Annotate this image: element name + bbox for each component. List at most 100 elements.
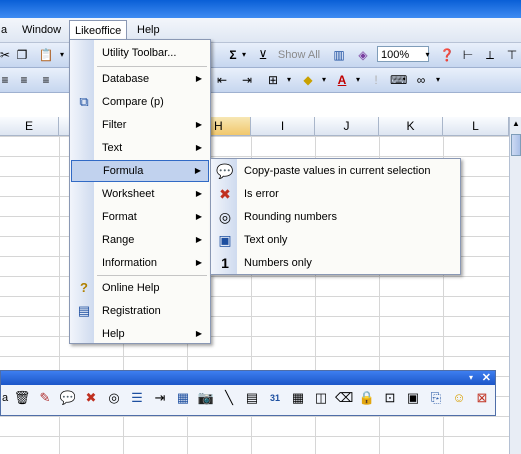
zoom-select[interactable]: 100% [377,46,429,62]
help-icon[interactable]: ❓ [439,47,455,63]
columns-icon[interactable]: ◫ [312,389,330,407]
speech-bubble-icon: 💬 [216,163,234,179]
tool-a-icon[interactable]: ⊢ [460,47,476,63]
fill-color-icon[interactable]: ◆ [300,72,316,88]
align-right-icon[interactable]: ≡ [38,72,54,88]
menu-item-formula[interactable]: Formula ▶ [71,160,209,182]
submenu-item-numbers-only[interactable]: 1 Numbers only [212,252,459,275]
export-icon[interactable]: ⎘ [427,389,445,407]
rows-icon[interactable]: ☰ [128,389,146,407]
column-header[interactable]: E [0,117,59,136]
camera-icon[interactable]: 📷 [197,389,215,407]
menu-data[interactable]: a [0,22,12,38]
delete-icon[interactable]: 🗑 [13,389,31,407]
submenu-item-label: Rounding numbers [244,211,337,223]
scroll-thumb[interactable] [511,134,521,156]
font-color-dropdown-icon[interactable]: ▾ [354,72,362,88]
menu-item-online-help[interactable]: ? Online Help [71,277,209,299]
grid-icon[interactable]: ▦ [289,389,307,407]
menu-item-information[interactable]: Information ▶ [71,252,209,274]
font-color-icon[interactable]: A [334,72,350,88]
copy-icon[interactable]: ❐ [14,47,30,63]
error-icon[interactable]: ✖ [82,389,100,407]
document-icon[interactable]: ▤ [243,389,261,407]
toolbar-options-icon[interactable]: ▾ [434,72,442,88]
tool-b-icon[interactable]: ⟂ [482,47,498,63]
menu-item-help[interactable]: Help ▶ [71,323,209,345]
line-icon[interactable]: ╲ [220,389,238,407]
eyedropper-icon[interactable]: ✎ [36,389,54,407]
column-header[interactable]: I [251,117,315,136]
menu-item-range[interactable]: Range ▶ [71,229,209,251]
text-box-icon: ▣ [218,232,232,248]
align-left-icon[interactable]: ≡ [0,72,10,88]
tool-c-icon[interactable]: ⊤ [504,47,520,63]
autosum-dropdown-icon[interactable]: ▾ [240,47,248,63]
menu-item-label: Online Help [102,282,160,294]
keyboard-icon[interactable]: ⌨ [390,72,407,88]
decrease-indent-icon[interactable]: ⇤ [213,72,231,88]
calendar-icon[interactable]: 31 [266,389,284,407]
paste-icon[interactable]: 📋 [36,47,56,63]
menu-window[interactable]: Window [17,22,66,38]
resize-icon[interactable]: ⊡ [381,389,399,407]
glasses-icon[interactable]: ∞ [413,72,429,88]
submenu-item-rounding-numbers[interactable]: ◎ Rounding numbers [212,206,459,229]
submenu-arrow-icon: ▶ [195,143,202,152]
exclamation-icon[interactable]: ! [368,72,384,88]
submenu-item-label: Copy-paste values in current selection [244,165,431,177]
menu-item-text[interactable]: Text ▶ [71,137,209,159]
borders-dropdown-icon[interactable]: ▾ [285,72,293,88]
eraser-icon[interactable]: ⌫ [335,389,353,407]
drawing-icon[interactable]: ◈ [354,47,372,63]
vertical-scrollbar[interactable]: ▲ [509,117,521,454]
increase-indent-icon[interactable]: ⇥ [238,72,256,88]
menu-item-label: Database [102,73,150,85]
lock-icon[interactable]: 🔒 [358,389,376,407]
close-icon[interactable]: ✕ [482,371,491,385]
chart-icon[interactable]: ▥ [330,47,348,63]
menu-separator [97,66,207,67]
submenu-arrow-icon: ▶ [195,120,202,129]
menu-help[interactable]: Help [132,22,165,38]
circle-icon: ◎ [218,209,232,225]
speech-bubble-icon[interactable]: 💬 [59,389,77,407]
circle-icon[interactable]: ◎ [105,389,123,407]
menu-item-label: Range [102,234,135,246]
menu-item-database[interactable]: Database ▶ [71,68,209,90]
table-icon[interactable]: ▦ [174,389,192,407]
align-center-icon[interactable]: ≡ [16,72,32,88]
column-header[interactable]: J [315,117,379,136]
column-header[interactable]: L [443,117,509,136]
smiley-icon[interactable]: ☺ [450,389,468,407]
submenu-item-copy-paste-values[interactable]: 💬 Copy-paste values in current selection [212,160,459,183]
zoom-dropdown-icon[interactable]: ▾ [423,47,432,63]
paste-dropdown-icon[interactable]: ▾ [58,47,66,63]
menu-item-label: Worksheet [102,188,155,200]
borders-icon[interactable]: ⊞ [265,72,281,88]
menu-item-utility-toolbar[interactable]: Utility Toolbar... [71,42,209,64]
autosum-icon[interactable]: Σ [226,47,240,63]
submenu-arrow-icon: ▶ [194,166,201,175]
filter-icon[interactable]: ⊻ [255,47,271,63]
menu-item-format[interactable]: Format ▶ [71,206,209,228]
cut-icon[interactable]: ✂ [0,47,10,63]
menu-item-registration[interactable]: ▤ Registration [71,300,209,322]
menu-item-worksheet[interactable]: Worksheet ▶ [71,183,209,205]
submenu-item-is-error[interactable]: ✖ Is error [212,183,459,206]
menu-item-filter[interactable]: Filter ▶ [71,114,209,136]
menu-item-compare[interactable]: ⧉ Compare (p) [71,91,209,113]
indent-icon[interactable]: ⇥ [151,389,169,407]
show-all-button[interactable]: Show All [277,47,321,63]
utility-toolbar-title[interactable]: ▾ ✕ [1,371,495,385]
scroll-up-icon[interactable]: ▲ [512,119,520,128]
submenu-item-text-only[interactable]: ▣ Text only [212,229,459,252]
cancel-icon[interactable]: ⊠ [473,389,491,407]
menu-item-label: Filter [102,119,127,131]
toolbar-menu-icon[interactable]: ▾ [469,371,473,385]
menu-item-label: Compare (p) [102,96,164,108]
column-header[interactable]: K [379,117,443,136]
fill-dropdown-icon[interactable]: ▾ [320,72,328,88]
submenu-arrow-icon: ▶ [195,235,202,244]
frame-icon[interactable]: ▣ [404,389,422,407]
